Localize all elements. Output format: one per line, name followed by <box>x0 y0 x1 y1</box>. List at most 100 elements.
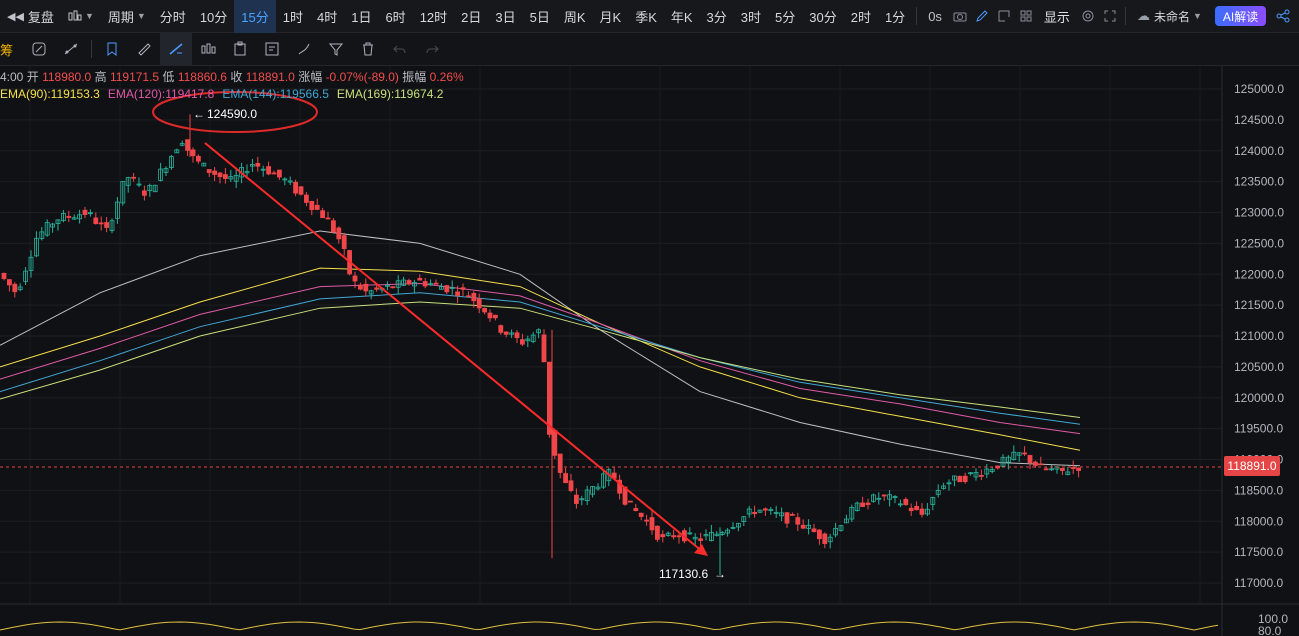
candle-body <box>655 525 660 540</box>
candle-body <box>309 200 315 211</box>
y-tick-label: 119500.0 <box>1234 422 1283 436</box>
y-axis-labels: 125000.0 124500.0 124000.0 123500.0 123000.0… <box>1234 82 1284 590</box>
fullscreen-icon[interactable] <box>1099 0 1121 33</box>
layout-name: 未命名 <box>1153 9 1190 24</box>
interval-2[interactable]: 15分 <box>234 0 276 33</box>
camera-icon[interactable] <box>949 0 971 33</box>
candle-body <box>357 284 363 290</box>
interval-15[interactable]: 3分 <box>700 0 734 33</box>
magnet-icon[interactable] <box>23 33 55 66</box>
trendline-tool-icon[interactable] <box>55 33 87 66</box>
interval-10[interactable]: 5日 <box>523 0 557 33</box>
bookmark-icon[interactable] <box>96 33 128 66</box>
candle-body <box>1060 468 1065 471</box>
candle-body <box>520 339 525 345</box>
candle-body <box>676 535 682 538</box>
grid-icon[interactable] <box>1015 0 1037 33</box>
interval-0[interactable]: 分时 <box>153 0 193 33</box>
interval-11[interactable]: 周K <box>557 0 593 33</box>
candle-body <box>7 279 12 286</box>
interval-13[interactable]: 季K <box>628 0 664 33</box>
clipboard-icon[interactable] <box>224 33 256 66</box>
pen-icon[interactable] <box>971 0 993 33</box>
redo-icon[interactable] <box>416 33 448 66</box>
ema-line-0 <box>0 230 1081 467</box>
ai-analysis-button[interactable]: AI解读 <box>1214 6 1267 26</box>
brush-icon[interactable] <box>288 33 320 66</box>
low-value: 118860.6 <box>177 70 227 84</box>
y-tick-label: 122000.0 <box>1234 267 1284 281</box>
period-label: 周期 <box>107 9 134 25</box>
candle-body <box>374 287 380 290</box>
candle-body <box>217 172 223 178</box>
price-chart[interactable]: 125000.0 124500.0 124000.0 123500.0 123000.0… <box>0 66 1299 636</box>
note-icon[interactable] <box>256 33 288 66</box>
candle-body <box>957 475 963 483</box>
candle-body <box>444 285 450 293</box>
interval-8[interactable]: 2日 <box>454 0 488 33</box>
draw-line-icon[interactable] <box>160 32 193 66</box>
sub-indicator-panel <box>0 621 1219 631</box>
divider <box>1124 7 1126 25</box>
interval-14[interactable]: 年K <box>664 0 700 33</box>
candle-body <box>131 176 137 179</box>
display-button[interactable]: 显示 <box>1037 0 1077 33</box>
candle-body <box>460 287 466 290</box>
interval-16[interactable]: 3时 <box>734 0 768 33</box>
layout-dropdown[interactable]: ☁ 未命名 ▼ <box>1130 0 1209 33</box>
interval-18[interactable]: 30分 <box>802 0 843 33</box>
cloud-icon: ☁ <box>1136 8 1150 23</box>
interval-20[interactable]: 1分 <box>878 0 912 33</box>
candle-body <box>93 217 99 225</box>
interval-1[interactable]: 10分 <box>193 0 234 33</box>
ruler-icon[interactable] <box>128 33 160 66</box>
y-tick-label: 121500.0 <box>1234 298 1284 312</box>
interval-19[interactable]: 2时 <box>844 0 878 33</box>
candle-body <box>455 291 461 296</box>
interval-9[interactable]: 3日 <box>488 0 522 33</box>
gear-icon[interactable] <box>1077 0 1099 33</box>
period-dropdown[interactable]: 周期 ▼ <box>101 0 153 33</box>
change-value: -0.07%(-89.0) <box>325 70 399 84</box>
y-tick-label: 118500.0 <box>1234 483 1283 497</box>
y-tick-label: 121000.0 <box>1234 329 1284 343</box>
candle-body <box>255 163 261 167</box>
candles <box>1 114 1081 575</box>
candle-body <box>206 169 212 173</box>
interval-list: 分时 10分 15分 1时 4时 1日 6时 12时 2日 3日 5日 周K 月K 季K 年K 3分 3时 5分 3… <box>153 0 912 33</box>
candle-body <box>476 298 482 309</box>
candle-body <box>503 331 509 335</box>
candle-body <box>465 295 471 298</box>
interval-12[interactable]: 月K <box>593 0 629 33</box>
candle-body <box>817 529 822 540</box>
share-icon[interactable] <box>1272 0 1294 33</box>
indicator-icon[interactable] <box>192 33 224 66</box>
candle-body <box>800 524 806 529</box>
rectangle-select-icon[interactable] <box>993 0 1015 33</box>
interval-7[interactable]: 12时 <box>413 0 454 33</box>
chevron-down-icon: ▼ <box>84 11 94 21</box>
candle-body <box>698 538 703 541</box>
trash-icon[interactable] <box>352 33 384 66</box>
interval-5[interactable]: 1日 <box>344 0 378 33</box>
candle-body <box>881 494 887 497</box>
candle-body <box>492 314 498 319</box>
close-value: 118891.0 <box>245 70 295 84</box>
filter-icon[interactable] <box>320 33 352 66</box>
divider <box>91 40 93 58</box>
candle-body <box>498 325 504 333</box>
interval-17[interactable]: 5分 <box>768 0 802 33</box>
amplitude-label: 振幅 <box>402 70 427 84</box>
chart-type-button[interactable]: ▼ <box>61 0 101 33</box>
replay-button[interactable]: ◀◀ 复盘 <box>0 0 61 33</box>
candle-body <box>763 508 768 511</box>
candle-body <box>790 513 795 516</box>
candle-body <box>962 475 968 483</box>
indicator-legend: EMA(90):119153.3 EMA(120):119417.8 EMA(144… <box>0 87 451 101</box>
undo-icon[interactable] <box>384 33 416 66</box>
interval-6[interactable]: 6时 <box>378 0 412 33</box>
chevron-down-icon: ▼ <box>1192 11 1202 21</box>
interval-3[interactable]: 1时 <box>276 0 310 33</box>
close-label: 收 <box>230 70 243 84</box>
interval-4[interactable]: 4时 <box>310 0 344 33</box>
